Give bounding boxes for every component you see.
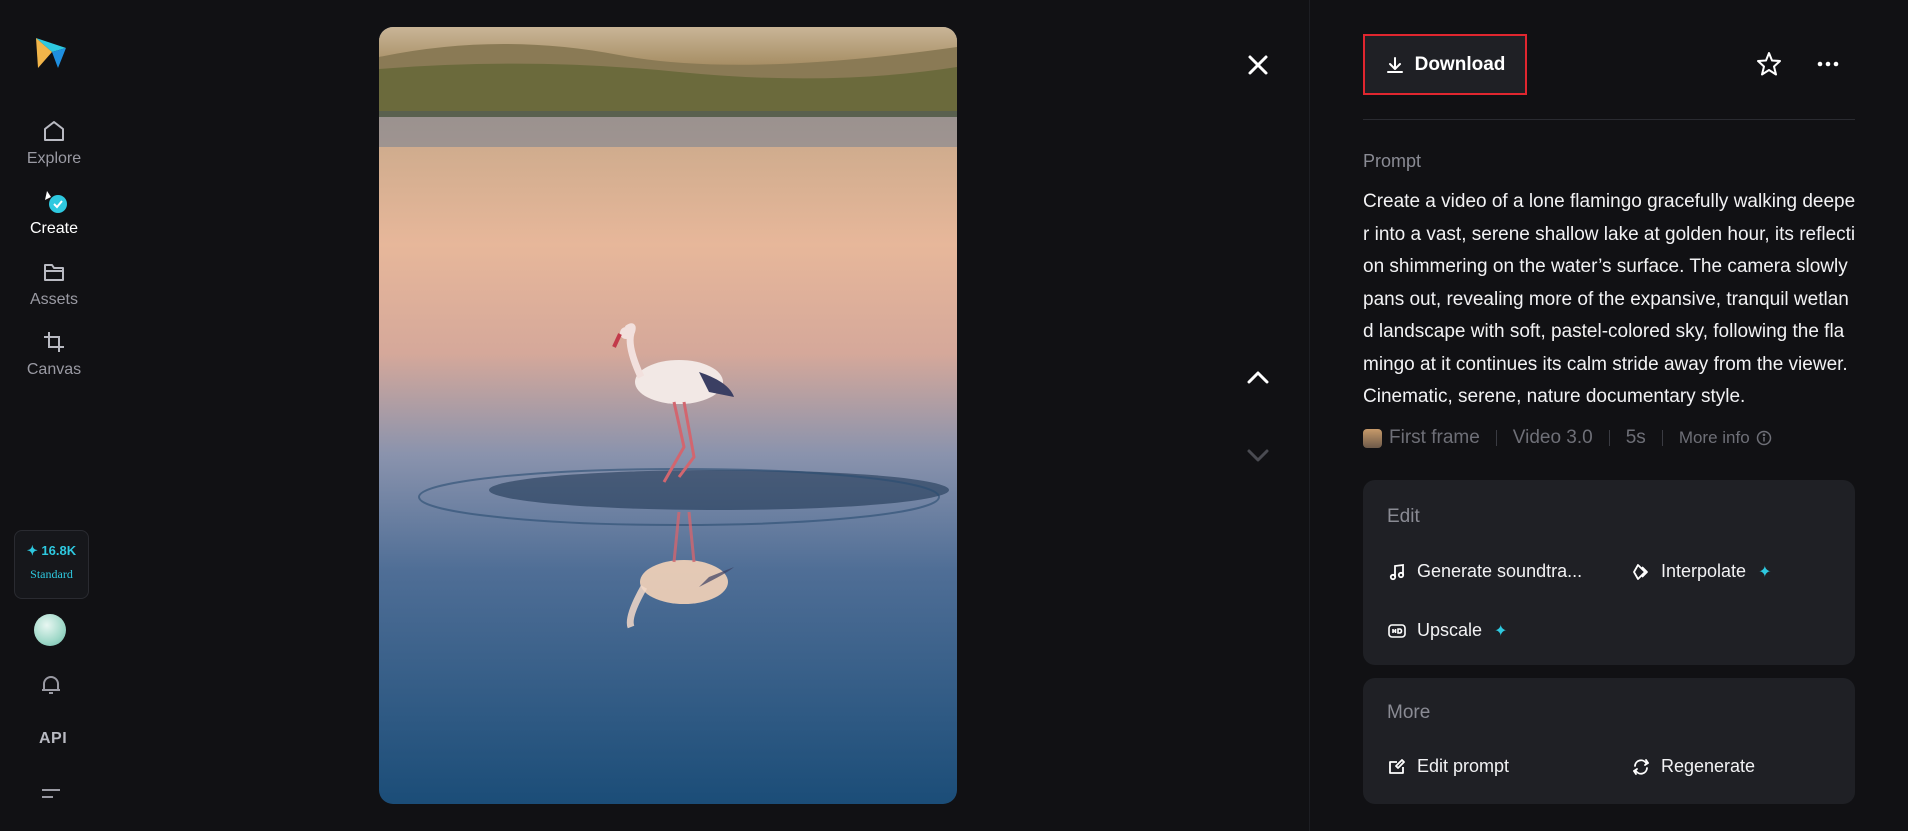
model-label: Video 3.0 — [1512, 427, 1593, 448]
info-icon — [1756, 430, 1771, 446]
prompt-text: Create a video of a lone flamingo gracef… — [1363, 191, 1856, 407]
chevron-down-icon[interactable] — [1243, 440, 1273, 470]
credits-amount: ✦ 16.8K — [26, 543, 77, 558]
crop-icon — [44, 332, 64, 352]
meta-separator — [1495, 430, 1497, 446]
upscale-button[interactable]: Upscale ✦ — [1387, 620, 1507, 641]
sidebar-item-label: Create — [29, 220, 79, 237]
upscale-label: Upscale — [1417, 620, 1483, 640]
folder-icon — [44, 264, 64, 281]
sidebar-item-create[interactable]: Create — [0, 188, 108, 238]
hd-icon — [1388, 623, 1406, 638]
regenerate-button[interactable]: Regenerate — [1631, 756, 1755, 777]
more-card: More Edit prompt Regenerate — [1363, 678, 1855, 804]
sidebar-item-label: Assets — [29, 291, 78, 308]
interpolate-label: Interpolate — [1661, 561, 1747, 581]
prompt-title: Prompt — [1363, 151, 1422, 171]
more-info-label: More info — [1678, 428, 1750, 447]
chevron-up-icon[interactable] — [1243, 363, 1273, 393]
more-card-title: More — [1387, 702, 1431, 723]
edit-card-title: Edit — [1387, 506, 1420, 527]
edit-prompt-icon — [1389, 758, 1405, 774]
more-info-link[interactable]: More info — [1679, 428, 1772, 448]
regenerate-icon — [1633, 758, 1649, 775]
close-icon[interactable] — [1243, 50, 1273, 80]
edit-prompt-label: Edit prompt — [1417, 756, 1510, 776]
api-link[interactable]: API — [39, 730, 67, 748]
meta-separator — [1661, 430, 1663, 446]
credits-badge[interactable]: ✦ 16.8K Standard — [14, 530, 89, 599]
avatar[interactable] — [34, 614, 66, 646]
premium-sparkle-icon: ✦ — [1494, 622, 1508, 640]
download-label: Download — [1414, 53, 1506, 75]
more-options-icon[interactable] — [1815, 52, 1841, 76]
generate-soundtrack-label: Generate soundtra... — [1417, 561, 1583, 581]
first-frame-label[interactable]: First frame — [1389, 427, 1480, 449]
video-preview[interactable] — [379, 27, 957, 804]
edit-prompt-button[interactable]: Edit prompt — [1387, 756, 1509, 777]
sidebar-item-label: Explore — [26, 150, 82, 167]
interpolate-button[interactable]: Interpolate ✦ — [1631, 561, 1771, 582]
create-icon — [45, 191, 67, 213]
panel-divider — [1309, 0, 1310, 831]
sidebar-item-explore[interactable]: Explore — [0, 118, 108, 168]
star-icon[interactable] — [1755, 50, 1783, 78]
sidebar-item-canvas[interactable]: Canvas — [0, 329, 108, 379]
duration-label: 5s — [1625, 427, 1646, 448]
sidebar: Explore Create Assets Canvas ✦ 16.8K Sta… — [0, 0, 104, 831]
interpolate-icon — [1633, 563, 1648, 580]
sidebar-item-label: Canvas — [26, 361, 82, 378]
edit-card: Edit Generate soundtra... Interpolate ✦ … — [1363, 480, 1855, 665]
regenerate-label: Regenerate — [1661, 756, 1756, 776]
download-icon — [1386, 56, 1403, 73]
music-note-icon — [1389, 563, 1405, 580]
credits-tier: Standard — [30, 567, 73, 581]
header-divider — [1363, 119, 1855, 120]
app-logo-icon[interactable] — [32, 34, 70, 72]
generate-soundtrack-button[interactable]: Generate soundtra... — [1387, 561, 1582, 582]
home-icon — [44, 121, 64, 141]
sidebar-item-assets[interactable]: Assets — [0, 259, 108, 309]
download-button[interactable]: Download — [1363, 34, 1527, 95]
menu-icon[interactable] — [40, 785, 62, 803]
meta-separator — [1608, 430, 1610, 446]
premium-sparkle-icon: ✦ — [1758, 563, 1772, 581]
generation-meta: First frame Video 3.0 5s More info — [1363, 427, 1772, 449]
first-frame-thumbnail — [1363, 428, 1382, 448]
flamingo-scene-image — [379, 27, 957, 804]
bell-icon[interactable] — [38, 672, 64, 698]
